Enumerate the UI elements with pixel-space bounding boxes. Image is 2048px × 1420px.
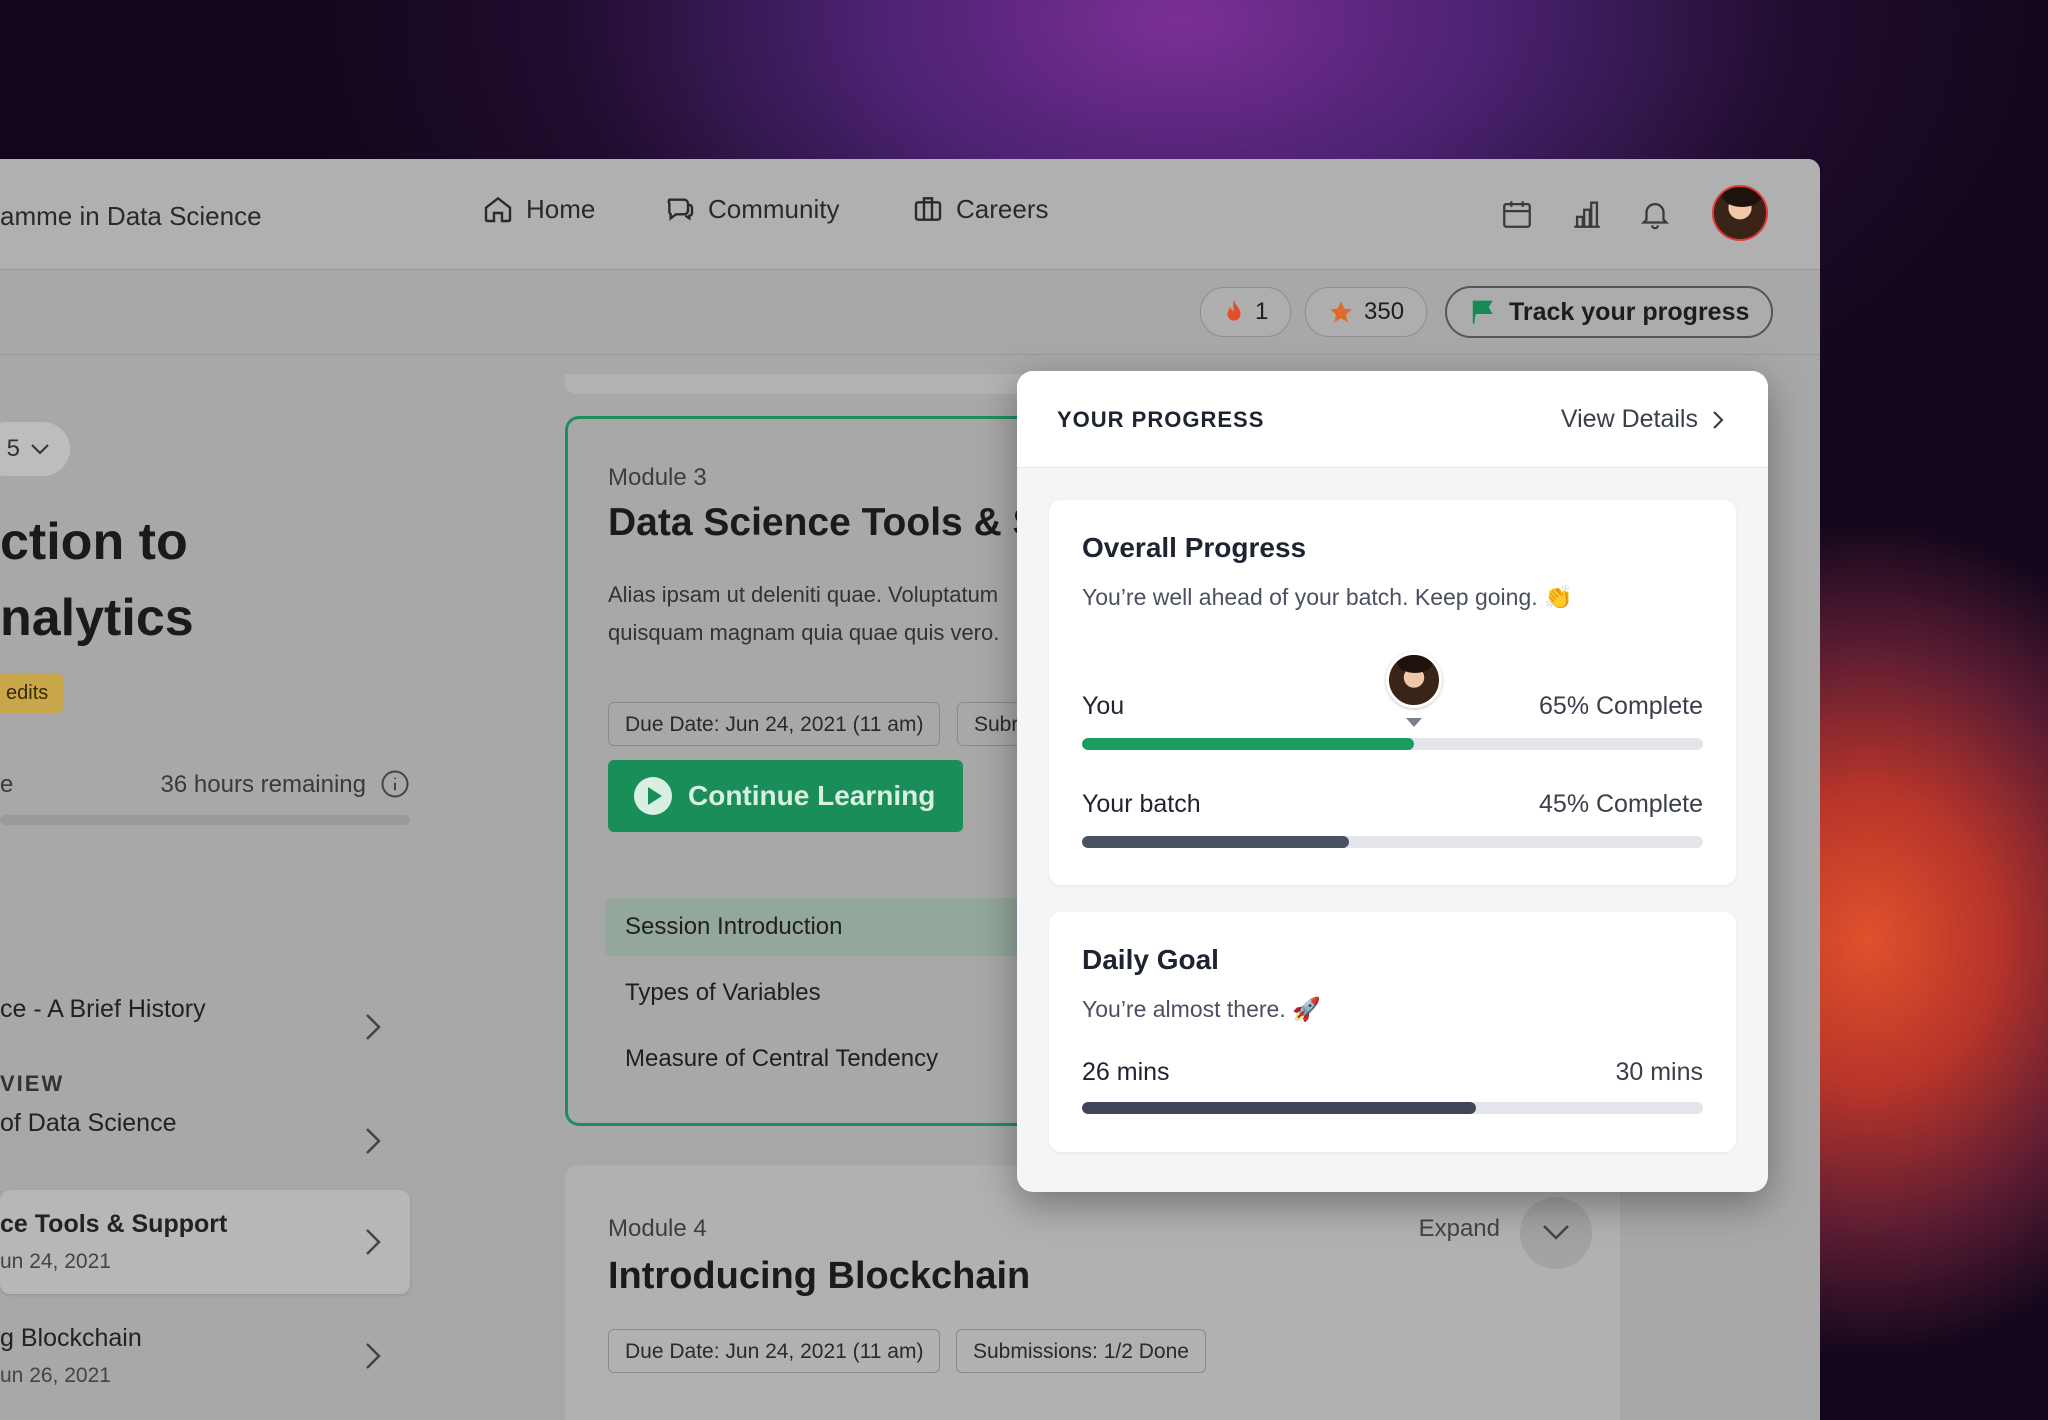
- course-title: ction to nalytics: [0, 504, 194, 656]
- due-date-tag: Due Date: Jun 24, 2021 (11 am): [608, 702, 941, 746]
- hours-remaining: 36 hours remaining: [160, 771, 366, 798]
- progress-popover: YOUR PROGRESS View Details Overall Progr…: [1017, 371, 1768, 1192]
- nav-careers-label: Careers: [956, 193, 1049, 224]
- sidebar-module-title: ce Tools & Support: [0, 1210, 228, 1238]
- you-progress-fill: [1082, 738, 1415, 750]
- sidebar-module-title: of Data Science: [0, 1109, 177, 1137]
- continue-learning-label: Continue Learning: [688, 780, 936, 811]
- view-details-label: View Details: [1560, 405, 1698, 433]
- user-avatar[interactable]: [1712, 185, 1768, 241]
- nav-community[interactable]: Community: [664, 193, 839, 225]
- sidebar-module-2[interactable]: of Data Science: [0, 1089, 410, 1193]
- course-title-line2: nalytics: [0, 589, 194, 647]
- batch-progress-fill: [1082, 836, 1350, 848]
- course-time-remaining: e 36 hours remaining: [0, 769, 410, 825]
- chevron-right-icon: [1713, 410, 1724, 429]
- chat-icon: [667, 198, 694, 221]
- sidebar-module-date: un 24, 2021: [0, 1250, 111, 1273]
- session-item[interactable]: Types of Variables: [605, 964, 1085, 1022]
- nav-home[interactable]: Home: [482, 193, 595, 225]
- track-progress-button[interactable]: Track your progress: [1445, 286, 1774, 338]
- due-date-tag: Due Date: Jun 24, 2021 (11 am): [608, 1329, 941, 1373]
- points-count: 350: [1364, 298, 1405, 325]
- module-4-card: Module 4 Introducing Blockchain Expand D…: [565, 1165, 1620, 1420]
- streak-badge[interactable]: 1: [1200, 287, 1292, 337]
- view-details-link[interactable]: View Details: [1561, 405, 1724, 434]
- you-value: 65% Complete: [1539, 692, 1703, 720]
- sidebar-module-title: ce - A Brief History: [0, 995, 206, 1023]
- course-progress-bar: [0, 815, 410, 825]
- play-icon: [634, 777, 672, 815]
- overall-progress-subtitle: You’re well ahead of your batch. Keep go…: [1082, 584, 1573, 610]
- module-description: Alias ipsam ut deleniti quae. Voluptatum…: [608, 582, 1000, 645]
- bar-chart-icon[interactable]: [1570, 197, 1604, 231]
- you-progress-track: [1082, 738, 1703, 750]
- batch-progress-track: [1082, 836, 1703, 848]
- daily-target: 30 mins: [1615, 1058, 1703, 1086]
- app-window: amme in Data Science Home Community Care…: [0, 159, 1820, 1420]
- semester-select[interactable]: 5: [0, 422, 70, 476]
- course-title-line1: ction to: [0, 513, 188, 571]
- program-title: amme in Data Science: [0, 201, 262, 231]
- session-item-active[interactable]: Session Introduction: [605, 898, 1085, 956]
- sidebar-module-3[interactable]: ce Tools & Support un 24, 2021: [0, 1190, 410, 1294]
- module-label: Module 4: [608, 1215, 707, 1242]
- chevron-right-icon: [366, 1343, 381, 1369]
- marker-caret: [1406, 718, 1423, 727]
- track-progress-label: Track your progress: [1509, 297, 1750, 326]
- nav-careers[interactable]: Careers: [912, 193, 1048, 225]
- module-title: Data Science Tools & Su: [608, 501, 1063, 544]
- overall-progress-card: Overall Progress You’re well ahead of yo…: [1049, 500, 1736, 885]
- star-icon: [1330, 301, 1352, 323]
- calendar-icon[interactable]: [1500, 197, 1534, 231]
- batch-value: 45% Complete: [1539, 790, 1703, 818]
- popover-heading: YOUR PROGRESS: [1057, 407, 1265, 432]
- flag-icon: [1472, 300, 1493, 324]
- chevron-right-icon: [366, 1229, 381, 1255]
- session-item[interactable]: Measure of Central Tendency: [605, 1030, 1085, 1088]
- streak-count: 1: [1255, 298, 1269, 325]
- points-badge[interactable]: 350: [1305, 287, 1428, 337]
- chevron-right-icon: [366, 1128, 381, 1154]
- info-icon[interactable]: [380, 769, 410, 799]
- home-icon: [484, 196, 512, 223]
- progress-left-label: e: [0, 771, 14, 798]
- daily-goal-title: Daily Goal: [1082, 944, 1219, 975]
- daily-current: 26 mins: [1082, 1058, 1170, 1086]
- you-label: You: [1082, 692, 1125, 720]
- module-label: Module 3: [608, 464, 707, 491]
- top-navigation: amme in Data Science Home Community Care…: [0, 159, 1820, 270]
- nav-home-label: Home: [526, 193, 596, 224]
- daily-progress-track: [1082, 1102, 1703, 1114]
- fire-icon: [1227, 300, 1241, 321]
- continue-learning-button[interactable]: Continue Learning: [608, 760, 963, 832]
- sidebar-module-title: g Blockchain: [0, 1324, 142, 1352]
- expand-label: Expand: [1418, 1215, 1500, 1242]
- chevron-right-icon: [366, 1014, 381, 1040]
- batch-label: Your batch: [1082, 790, 1201, 818]
- sidebar-module-date: un 26, 2021: [0, 1364, 111, 1387]
- semester-value: 5: [6, 435, 20, 462]
- expand-button[interactable]: [1520, 1197, 1592, 1269]
- submissions-tag: Submissions: 1/2 Done: [956, 1329, 1206, 1373]
- credits-badge: edits: [0, 673, 65, 713]
- previous-module-card: [565, 374, 1045, 394]
- bell-icon[interactable]: [1638, 197, 1672, 231]
- popover-header: YOUR PROGRESS View Details: [1017, 371, 1768, 468]
- overall-progress-title: Overall Progress: [1082, 532, 1307, 563]
- daily-goal-card: Daily Goal You’re almost there. 🚀 26 min…: [1049, 912, 1736, 1152]
- sidebar-module-1[interactable]: ce - A Brief History: [0, 975, 410, 1079]
- chevron-down-icon: [31, 444, 49, 455]
- nav-community-label: Community: [708, 193, 840, 224]
- daily-progress-fill: [1082, 1102, 1477, 1114]
- sidebar-module-4[interactable]: g Blockchain un 26, 2021: [0, 1304, 410, 1408]
- module-title: Introducing Blockchain: [608, 1255, 1031, 1297]
- chevron-down-icon: [1543, 1225, 1569, 1240]
- you-avatar-marker: [1386, 652, 1443, 708]
- briefcase-icon: [914, 197, 942, 221]
- daily-goal-subtitle: You’re almost there. 🚀: [1082, 996, 1321, 1022]
